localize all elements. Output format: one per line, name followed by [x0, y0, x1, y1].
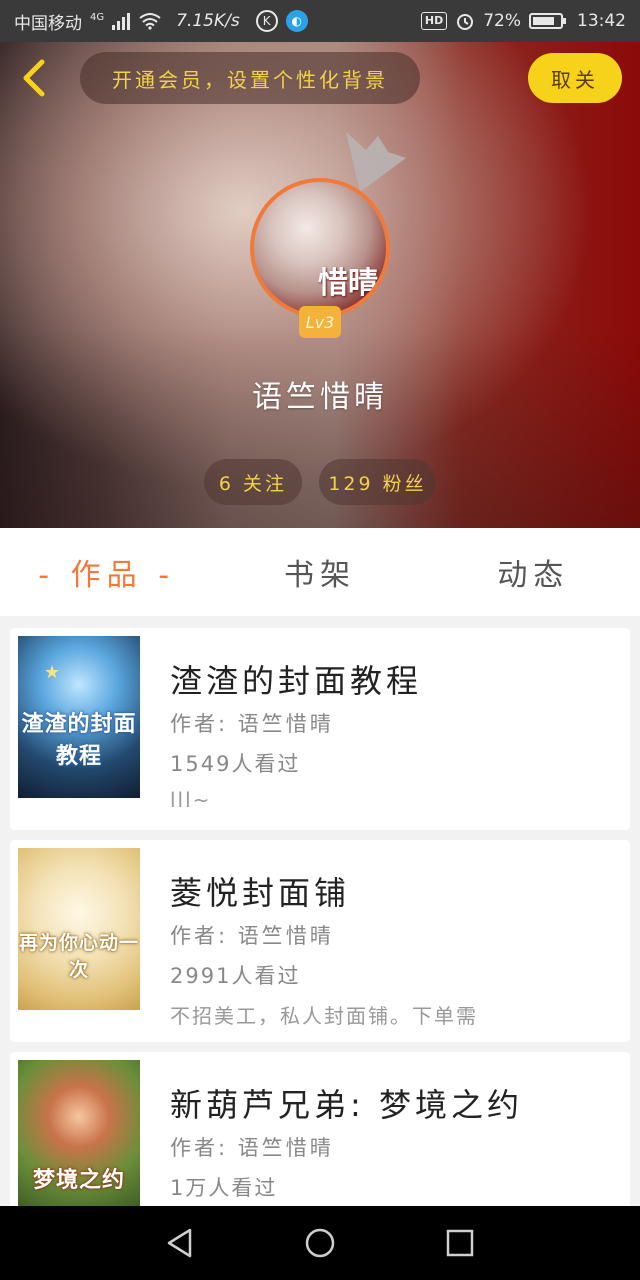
unfollow-button[interactable]: 取关	[528, 53, 622, 103]
k-app-icon: K	[255, 10, 278, 32]
tab-bar: - 作品 - 书架 动态	[0, 528, 640, 616]
cover-title: 再为你心动一次	[18, 932, 139, 981]
book-cover[interactable]: 梦境之约	[18, 1060, 140, 1206]
username: 语竺惜晴	[252, 380, 388, 415]
browser-app-icon: ◐	[285, 10, 308, 32]
work-title: 渣渣的封面教程	[170, 662, 423, 700]
nav-back-button[interactable]	[150, 1213, 210, 1273]
fans-count[interactable]: 129 粉丝	[319, 459, 436, 505]
wifi-icon	[139, 13, 161, 30]
work-views: 2991人看过	[170, 964, 301, 988]
alarm-icon	[457, 14, 474, 30]
nav-home-button[interactable]	[290, 1213, 350, 1273]
list-item[interactable]: 梦境之约 新葫芦兄弟: 梦境之约 作者: 语竺惜晴 1万人看过	[10, 1052, 630, 1206]
system-nav-bar	[0, 1206, 640, 1280]
book-cover[interactable]: ★ 渣渣的封面教程	[18, 636, 140, 798]
cover-title: 渣渣的封面教程	[21, 712, 137, 769]
square-recents-icon	[446, 1229, 474, 1257]
battery-percent: 72%	[483, 11, 521, 31]
signal-icon	[112, 12, 131, 30]
status-bar: 中国移动 4G 7.15K/s K ◐ HD 72% 13:42	[0, 0, 640, 42]
avatar[interactable]: 惜晴	[250, 178, 390, 318]
work-author: 作者: 语竺惜晴	[170, 1136, 334, 1160]
tab-bookshelf[interactable]: 书架	[213, 550, 426, 594]
book-cover[interactable]: 再为你心动一次	[18, 848, 140, 1010]
cover-title: 梦境之约	[32, 1168, 125, 1193]
back-button[interactable]	[14, 56, 54, 100]
level-badge: Lv3	[299, 306, 341, 338]
work-description: 不招美工，私人封面铺。下单需	[170, 1004, 478, 1028]
chevron-left-icon	[23, 59, 45, 97]
list-item[interactable]: ★ 渣渣的封面教程 渣渣的封面教程 作者: 语竺惜晴 1549人看过 lll~	[10, 628, 630, 830]
vip-background-banner[interactable]: 开通会员，设置个性化背景	[80, 52, 420, 104]
tab-activity[interactable]: 动态	[427, 550, 640, 594]
network-label: 4G	[90, 11, 105, 23]
network-speed: 7.15K/s	[176, 11, 240, 31]
carrier-label: 中国移动	[14, 13, 82, 34]
avatar-text: 惜晴	[318, 266, 378, 301]
star-icon: ★	[44, 662, 61, 683]
battery-icon	[529, 13, 566, 29]
list-item[interactable]: 再为你心动一次 菱悦封面铺 作者: 语竺惜晴 2991人看过 不招美工，私人封面…	[10, 840, 630, 1042]
triangle-back-icon	[167, 1228, 192, 1258]
clock: 13:42	[577, 11, 626, 31]
nav-recents-button[interactable]	[430, 1213, 490, 1273]
works-list: ★ 渣渣的封面教程 渣渣的封面教程 作者: 语竺惜晴 1549人看过 lll~ …	[0, 616, 640, 1206]
hd-icon: HD	[420, 12, 448, 30]
work-title: 新葫芦兄弟: 梦境之约	[170, 1086, 523, 1124]
work-author: 作者: 语竺惜晴	[170, 712, 334, 736]
work-views: 1549人看过	[170, 752, 301, 776]
following-count[interactable]: 6 关注	[204, 459, 302, 505]
work-title: 菱悦封面铺	[170, 874, 351, 912]
profile-header: 中国移动 4G 7.15K/s K ◐ HD 72% 13:42 开通会员，设置…	[0, 0, 640, 528]
circle-home-icon	[305, 1228, 335, 1258]
work-description: lll~	[170, 788, 212, 812]
work-views: 1万人看过	[170, 1176, 278, 1200]
work-author: 作者: 语竺惜晴	[170, 924, 334, 948]
tab-works[interactable]: - 作品 -	[0, 550, 213, 594]
